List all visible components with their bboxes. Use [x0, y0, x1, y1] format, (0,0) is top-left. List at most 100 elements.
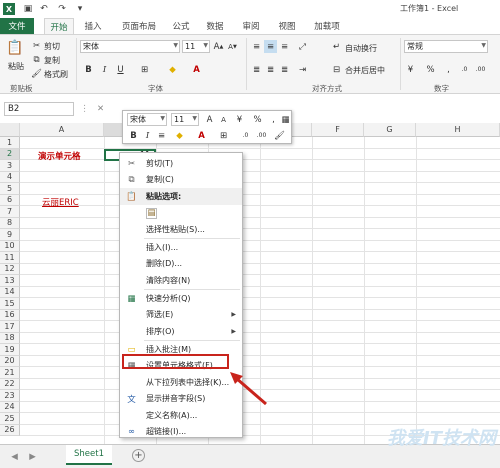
align-left-icon[interactable]: ≣ [250, 63, 263, 76]
menu-item-quick-analysis[interactable]: ▦ 快速分析(Q) [120, 290, 242, 307]
row-header[interactable]: 9 [0, 229, 20, 241]
decrease-font-icon[interactable]: A ▼ [226, 40, 239, 53]
align-top-icon[interactable]: ≡ [250, 40, 263, 53]
column-header[interactable]: A [20, 123, 104, 137]
align-right-icon[interactable]: ≣ [278, 63, 291, 76]
font-name-select[interactable]: 宋体 ▼ [80, 40, 180, 53]
cut-button[interactable]: 剪切 [44, 41, 60, 52]
row-header[interactable]: 23 [0, 390, 20, 402]
row-header[interactable]: 12 [0, 263, 20, 275]
tab-page-layout[interactable]: 页面布局 [116, 18, 162, 34]
increase-decimal-icon[interactable]: .0 [458, 63, 471, 76]
row-header[interactable]: 5 [0, 183, 20, 195]
menu-item-paste-special[interactable]: 选择性粘贴(S)... [120, 221, 242, 238]
tab-view[interactable]: 视图 [274, 18, 300, 34]
font-size-select[interactable]: 11 ▼ [182, 40, 210, 53]
tab-insert[interactable]: 插入 [80, 18, 106, 34]
prev-sheet-icon[interactable]: ◀ [8, 450, 21, 463]
percent-icon[interactable]: % [251, 113, 264, 126]
row-header[interactable]: 2 [0, 148, 20, 160]
align-bottom-icon[interactable]: ≡ [278, 40, 291, 53]
row-header[interactable]: 3 [0, 160, 20, 172]
paste-icon[interactable]: 📋 [6, 39, 24, 57]
format-painter-icon[interactable]: 🖌 [30, 67, 43, 80]
menu-item-cut[interactable]: ✂ 剪切(T) [120, 155, 242, 172]
tab-home[interactable]: 开始 [44, 18, 74, 34]
row-header[interactable]: 15 [0, 298, 20, 310]
decrease-decimal-icon[interactable]: .00 [474, 63, 487, 76]
row-header[interactable]: 22 [0, 378, 20, 390]
menu-item-filter[interactable]: 筛选(E) ▶ [120, 307, 242, 324]
row-header[interactable]: 25 [0, 413, 20, 425]
fill-color-icon[interactable]: ◆ [173, 129, 186, 142]
save-icon[interactable]: ▣ [22, 3, 34, 15]
row-header[interactable]: 8 [0, 217, 20, 229]
align-middle-icon[interactable]: ≡ [264, 40, 277, 53]
menu-item-sort[interactable]: 排序(O) ▶ [120, 323, 242, 340]
decrease-font-icon[interactable]: A [217, 113, 230, 126]
menu-item-pick-from-list[interactable]: 从下拉列表中选择(K)... [120, 374, 242, 391]
align-center-icon[interactable]: ≡ [155, 129, 168, 142]
percent-icon[interactable]: % [424, 63, 437, 76]
sheet-tab-sheet1[interactable]: Sheet1 [66, 445, 112, 465]
row-header[interactable]: 10 [0, 240, 20, 252]
orientation-icon[interactable]: ⤢ [296, 40, 309, 53]
redo-icon[interactable]: ↷ [56, 3, 68, 15]
row-header[interactable]: 16 [0, 309, 20, 321]
copy-button[interactable]: 复制 [44, 55, 60, 66]
borders-icon[interactable]: ⊞ [138, 63, 151, 76]
row-header[interactable]: 17 [0, 321, 20, 333]
italic-icon[interactable]: I [141, 129, 154, 142]
underline-icon[interactable]: U [114, 63, 127, 76]
row-header[interactable]: 19 [0, 344, 20, 356]
borders-icon[interactable]: ⊞ [217, 129, 230, 142]
decrease-decimal-icon[interactable]: .00 [255, 129, 268, 142]
row-header[interactable]: 24 [0, 401, 20, 413]
row-header[interactable]: 6 [0, 194, 20, 206]
tab-formulas[interactable]: 公式 [168, 18, 194, 34]
align-center-icon[interactable]: ≣ [264, 63, 277, 76]
increase-font-icon[interactable]: A ▲ [212, 40, 225, 53]
menu-item-paste-option[interactable]: ▤ [120, 205, 242, 222]
row-header[interactable]: 11 [0, 252, 20, 264]
cut-icon[interactable]: ✂ [30, 39, 43, 52]
row-header[interactable]: 4 [0, 171, 20, 183]
bold-icon[interactable]: B [127, 129, 140, 142]
row-header[interactable]: 26 [0, 424, 20, 436]
wrap-text-icon[interactable]: ↵ [330, 40, 343, 53]
menu-item-delete[interactable]: 删除(D)... [120, 256, 242, 273]
customize-qat-icon[interactable]: ▾ [74, 3, 86, 15]
format-cells-icon[interactable]: ▦ [279, 113, 292, 126]
row-header[interactable]: 14 [0, 286, 20, 298]
row-header[interactable]: 13 [0, 275, 20, 287]
font-color-icon[interactable]: A [195, 129, 208, 142]
comma-style-icon[interactable]: , [442, 63, 455, 76]
paste-button[interactable]: 粘贴 [8, 61, 24, 72]
column-header[interactable]: G [364, 123, 416, 137]
cancel-icon[interactable]: ✕ [94, 102, 107, 115]
row-header[interactable]: 7 [0, 206, 20, 218]
fill-color-icon[interactable]: ◆ [166, 63, 179, 76]
increase-decimal-icon[interactable]: .0 [239, 129, 252, 142]
row-header[interactable]: 18 [0, 332, 20, 344]
menu-item-hyperlink[interactable]: ∞ 超链接(I)... [120, 424, 242, 441]
undo-icon[interactable]: ↶ [38, 3, 50, 15]
number-format-select[interactable]: 常规 ▼ [404, 40, 488, 53]
wrap-text-button[interactable]: 自动换行 [345, 43, 377, 54]
name-box[interactable]: B2 [4, 102, 74, 116]
indent-icon[interactable]: ⇥ [296, 63, 309, 76]
tab-review[interactable]: 审阅 [238, 18, 264, 34]
menu-item-insert[interactable]: 插入(I)... [120, 239, 242, 256]
tab-addins[interactable]: 加载项 [310, 18, 344, 34]
next-sheet-icon[interactable]: ▶ [26, 450, 39, 463]
column-header[interactable]: H [416, 123, 500, 137]
accounting-format-icon[interactable]: ¥ [233, 113, 246, 126]
column-header[interactable]: F [312, 123, 364, 137]
format-painter-button[interactable]: 格式刷 [44, 69, 68, 80]
row-header[interactable]: 1 [0, 137, 20, 149]
increase-font-icon[interactable]: A [203, 113, 216, 126]
accounting-format-icon[interactable]: ¥ [404, 63, 417, 76]
format-painter-icon[interactable]: 🖌 [273, 129, 286, 142]
merge-center-icon[interactable]: ⊟ [330, 63, 343, 76]
menu-item-show-phonetic[interactable]: 文显示拼音字段(S) [120, 391, 242, 408]
